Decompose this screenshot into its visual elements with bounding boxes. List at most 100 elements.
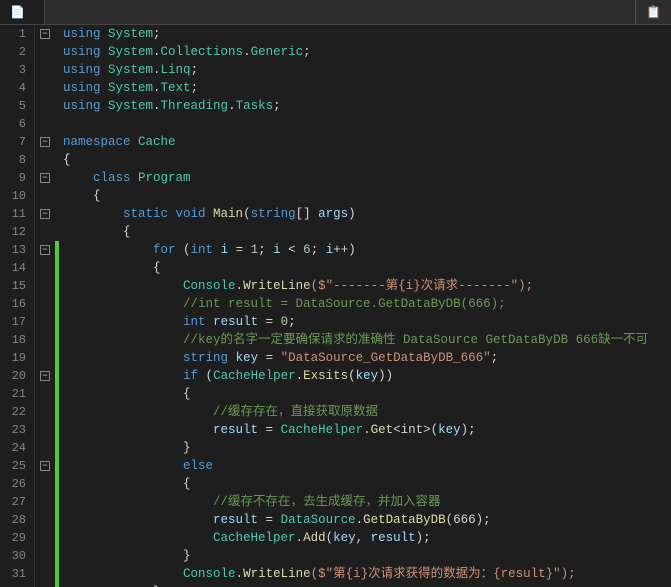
- collapse-minus-icon[interactable]: −: [40, 137, 50, 147]
- collapse-gutter: − − − − − − −: [35, 25, 55, 587]
- file-tab[interactable]: 📄: [0, 0, 45, 24]
- token: ;: [273, 99, 281, 113]
- collapse-gutter-cell: [35, 115, 55, 133]
- token: [63, 513, 213, 527]
- token: Linq: [161, 63, 191, 77]
- token: Get: [371, 423, 394, 437]
- collapse-gutter-cell[interactable]: −: [35, 367, 55, 385]
- line-number: 13: [5, 241, 26, 259]
- code-line[interactable]: Console.WriteLine($"-------第{i}次请求------…: [59, 277, 671, 295]
- collapse-minus-icon[interactable]: −: [40, 371, 50, 381]
- code-line[interactable]: static void Main(string[] args): [59, 205, 671, 223]
- code-line[interactable]: //key的名字一定要确保请求的准确性 DataSource GetDataBy…: [59, 331, 671, 349]
- token: CacheHelper: [213, 531, 296, 545]
- line-number: 23: [5, 421, 26, 439]
- collapse-minus-icon[interactable]: −: [40, 29, 50, 39]
- token: =: [258, 351, 281, 365]
- code-line[interactable]: {: [59, 475, 671, 493]
- code-line[interactable]: Console.WriteLine($"第{i}次请求获得的数据为：{resul…: [59, 565, 671, 583]
- token: .: [243, 45, 251, 59]
- code-line[interactable]: int result = 0;: [59, 313, 671, 331]
- token: Console: [183, 567, 236, 581]
- token: result: [213, 423, 258, 437]
- token: [63, 459, 183, 473]
- code-line[interactable]: class Program: [59, 169, 671, 187]
- code-line[interactable]: //缓存不存在，去生成缓存，并加入容器: [59, 493, 671, 511]
- code-line[interactable]: //int result = DataSource.GetDataByDB(66…: [59, 295, 671, 313]
- collapse-gutter-cell: [35, 43, 55, 61]
- code-line[interactable]: {: [59, 385, 671, 403]
- code-line[interactable]: {: [59, 187, 671, 205]
- collapse-minus-icon[interactable]: −: [40, 245, 50, 255]
- collapse-gutter-cell[interactable]: −: [35, 241, 55, 259]
- collapse-minus-icon[interactable]: −: [40, 461, 50, 471]
- token: class: [93, 171, 138, 185]
- collapse-gutter-cell: [35, 187, 55, 205]
- editor-area: 1234567891011121314151617181920212223242…: [0, 25, 671, 587]
- token: [63, 243, 153, 257]
- code-line[interactable]: using System;: [59, 25, 671, 43]
- line-number: 32: [5, 583, 26, 587]
- code-line[interactable]: using System.Text;: [59, 79, 671, 97]
- code-line[interactable]: else: [59, 457, 671, 475]
- code-line[interactable]: using System.Threading.Tasks;: [59, 97, 671, 115]
- token: ,: [356, 531, 371, 545]
- line-number: 2: [5, 43, 26, 61]
- collapse-gutter-cell[interactable]: −: [35, 169, 55, 187]
- line-number: 4: [5, 79, 26, 97]
- line-number: 11: [5, 205, 26, 223]
- collapse-gutter-cell[interactable]: −: [35, 205, 55, 223]
- token: .: [153, 81, 161, 95]
- code-line[interactable]: using System.Linq;: [59, 61, 671, 79]
- code-area[interactable]: using System;using System.Collections.Ge…: [59, 25, 671, 587]
- code-line[interactable]: //缓存存在，直接获取原数据: [59, 403, 671, 421]
- code-line[interactable]: }: [59, 583, 671, 587]
- code-line[interactable]: }: [59, 547, 671, 565]
- token: 6: [303, 243, 311, 257]
- collapse-minus-icon[interactable]: −: [40, 173, 50, 183]
- line-number: 15: [5, 277, 26, 295]
- collapse-minus-icon[interactable]: −: [40, 209, 50, 219]
- token: void: [176, 207, 214, 221]
- line-number: 10: [5, 187, 26, 205]
- collapse-gutter-cell[interactable]: −: [35, 133, 55, 151]
- token: result: [213, 315, 258, 329]
- collapse-gutter-cell: [35, 79, 55, 97]
- token: static: [123, 207, 176, 221]
- line-number: 26: [5, 475, 26, 493]
- breadcrumb-icon: 📋: [646, 5, 661, 20]
- collapse-gutter-cell: [35, 565, 55, 583]
- code-line[interactable]: CacheHelper.Add(key, result);: [59, 529, 671, 547]
- token: [63, 495, 213, 509]
- code-line[interactable]: using System.Collections.Generic;: [59, 43, 671, 61]
- code-line[interactable]: {: [59, 151, 671, 169]
- code-line[interactable]: {: [59, 259, 671, 277]
- line-number: 16: [5, 295, 26, 313]
- collapse-gutter-cell[interactable]: −: [35, 25, 55, 43]
- code-line[interactable]: result = CacheHelper.Get<int>(key);: [59, 421, 671, 439]
- token: [63, 351, 183, 365]
- code-line[interactable]: for (int i = 1; i < 6; i++): [59, 241, 671, 259]
- collapse-gutter-cell: [35, 511, 55, 529]
- code-line[interactable]: if (CacheHelper.Exsits(key)): [59, 367, 671, 385]
- token: [63, 279, 183, 293]
- token: [213, 243, 221, 257]
- collapse-gutter-cell[interactable]: −: [35, 457, 55, 475]
- line-number: 12: [5, 223, 26, 241]
- collapse-gutter-cell: [35, 61, 55, 79]
- collapse-gutter-cell: [35, 295, 55, 313]
- token: using: [63, 63, 108, 77]
- token: Main: [213, 207, 243, 221]
- token: {: [63, 153, 71, 167]
- token: ;: [258, 243, 273, 257]
- code-line[interactable]: }: [59, 439, 671, 457]
- code-line[interactable]: [59, 115, 671, 133]
- token: ++): [333, 243, 356, 257]
- line-number: 24: [5, 439, 26, 457]
- code-line[interactable]: namespace Cache: [59, 133, 671, 151]
- token: [63, 423, 213, 437]
- code-line[interactable]: string key = "DataSource_GetDataByDB_666…: [59, 349, 671, 367]
- code-line[interactable]: {: [59, 223, 671, 241]
- code-line[interactable]: result = DataSource.GetDataByDB(666);: [59, 511, 671, 529]
- token: //key的名字一定要确保请求的准确性 DataSource GetDataBy…: [183, 333, 648, 347]
